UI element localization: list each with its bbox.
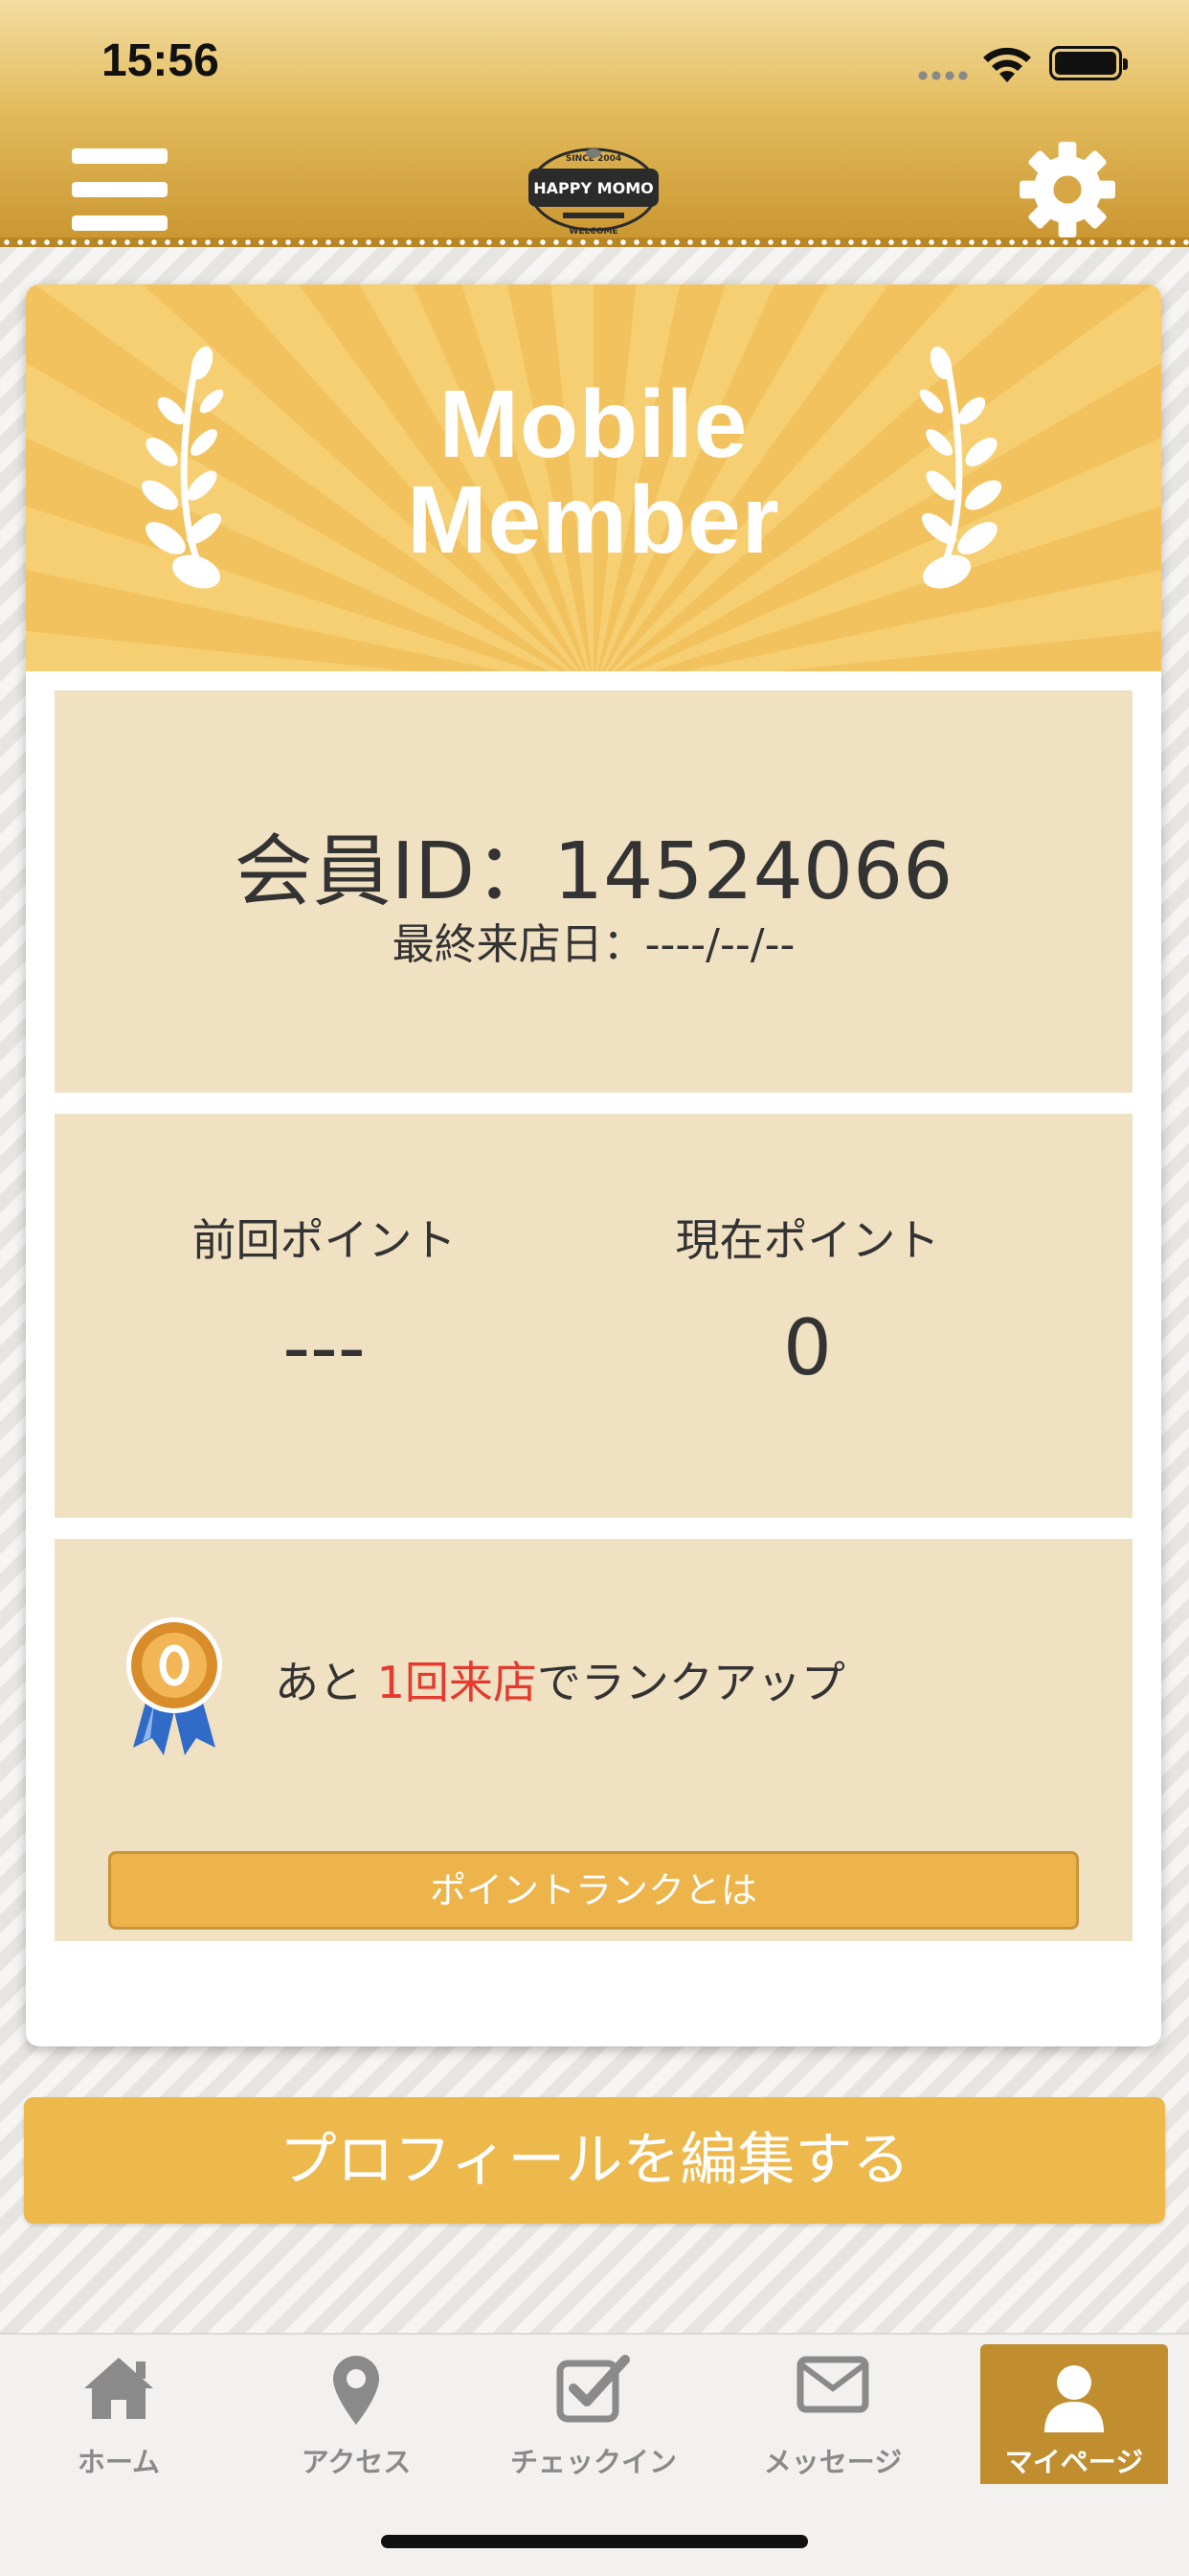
- tab-mypage-label: マイページ: [1004, 2446, 1144, 2478]
- map-pin-icon: [333, 2356, 379, 2425]
- mail-icon: [796, 2356, 869, 2413]
- rank-text-after: でランクアップ: [536, 1657, 845, 1708]
- hamburger-line: [72, 215, 168, 231]
- member-id: 会員ID：14524066: [234, 826, 953, 917]
- member-card: Mobile Member 会員ID：14524066 最終来店日：----/-…: [26, 284, 1161, 2046]
- member-id-panel: 会員ID：14524066 最終来店日：----/--/--: [55, 690, 1133, 1093]
- signal-icon: [916, 71, 969, 80]
- rank-text-accent: 1回来店: [376, 1657, 537, 1708]
- tab-message-label: メッセージ: [763, 2446, 903, 2478]
- tab-mypage[interactable]: マイページ: [980, 2344, 1168, 2484]
- home-indicator: [381, 2535, 808, 2548]
- current-points-value: 0: [783, 1303, 832, 1392]
- gear-icon[interactable]: [1018, 140, 1117, 239]
- tab-message[interactable]: メッセージ: [718, 2335, 948, 2478]
- current-points-label: 現在ポイント: [675, 1214, 940, 1266]
- tab-access[interactable]: アクセス: [241, 2335, 471, 2478]
- tab-home-label: ホーム: [77, 2446, 161, 2478]
- point-rank-info-button[interactable]: ポイントランクとは: [108, 1851, 1079, 1930]
- logo-welcome: WELCOME: [569, 227, 617, 237]
- edit-profile-button[interactable]: プロフィールを編集する: [24, 2097, 1165, 2224]
- menu-button[interactable]: [72, 148, 168, 231]
- laurel-right-icon: [919, 346, 1002, 589]
- checkin-icon: [556, 2355, 630, 2423]
- logo-name: HAPPY MOMO: [533, 179, 653, 197]
- points-panel: 前回ポイント --- 現在ポイント 0: [55, 1114, 1133, 1518]
- rank-text-before: あと: [275, 1657, 377, 1708]
- last-visit-date: 最終来店日：----/--/--: [392, 920, 796, 969]
- shop-logo: SINCE 2004 HAPPY MOMO WELCOME: [528, 147, 659, 237]
- bronze-medal-icon: [126, 1617, 222, 1755]
- tab-checkin-label: チェックイン: [509, 2446, 677, 2478]
- tab-checkin[interactable]: チェックイン: [479, 2335, 708, 2478]
- rank-panel: あと 1回来店でランクアップ ポイントランクとは: [55, 1539, 1133, 1941]
- battery-icon: [1049, 46, 1128, 80]
- user-icon: [1044, 2365, 1104, 2432]
- wifi-icon: [983, 47, 1031, 82]
- hamburger-icon: [72, 148, 168, 164]
- app-header: 15:56 SINCE 2004 HAPPY MOMO WELCOME: [0, 0, 1189, 247]
- member-banner: Mobile Member: [26, 284, 1161, 671]
- rank-up-message: あと 1回来店でランクアップ: [275, 1654, 845, 1711]
- home-icon: [84, 2358, 153, 2419]
- previous-points-label: 前回ポイント: [191, 1214, 457, 1266]
- previous-points-value: ---: [282, 1303, 366, 1392]
- hamburger-line: [72, 182, 168, 197]
- tab-home[interactable]: ホーム: [4, 2335, 234, 2478]
- status-time: 15:56: [101, 35, 219, 86]
- tab-access-label: アクセス: [301, 2446, 412, 2478]
